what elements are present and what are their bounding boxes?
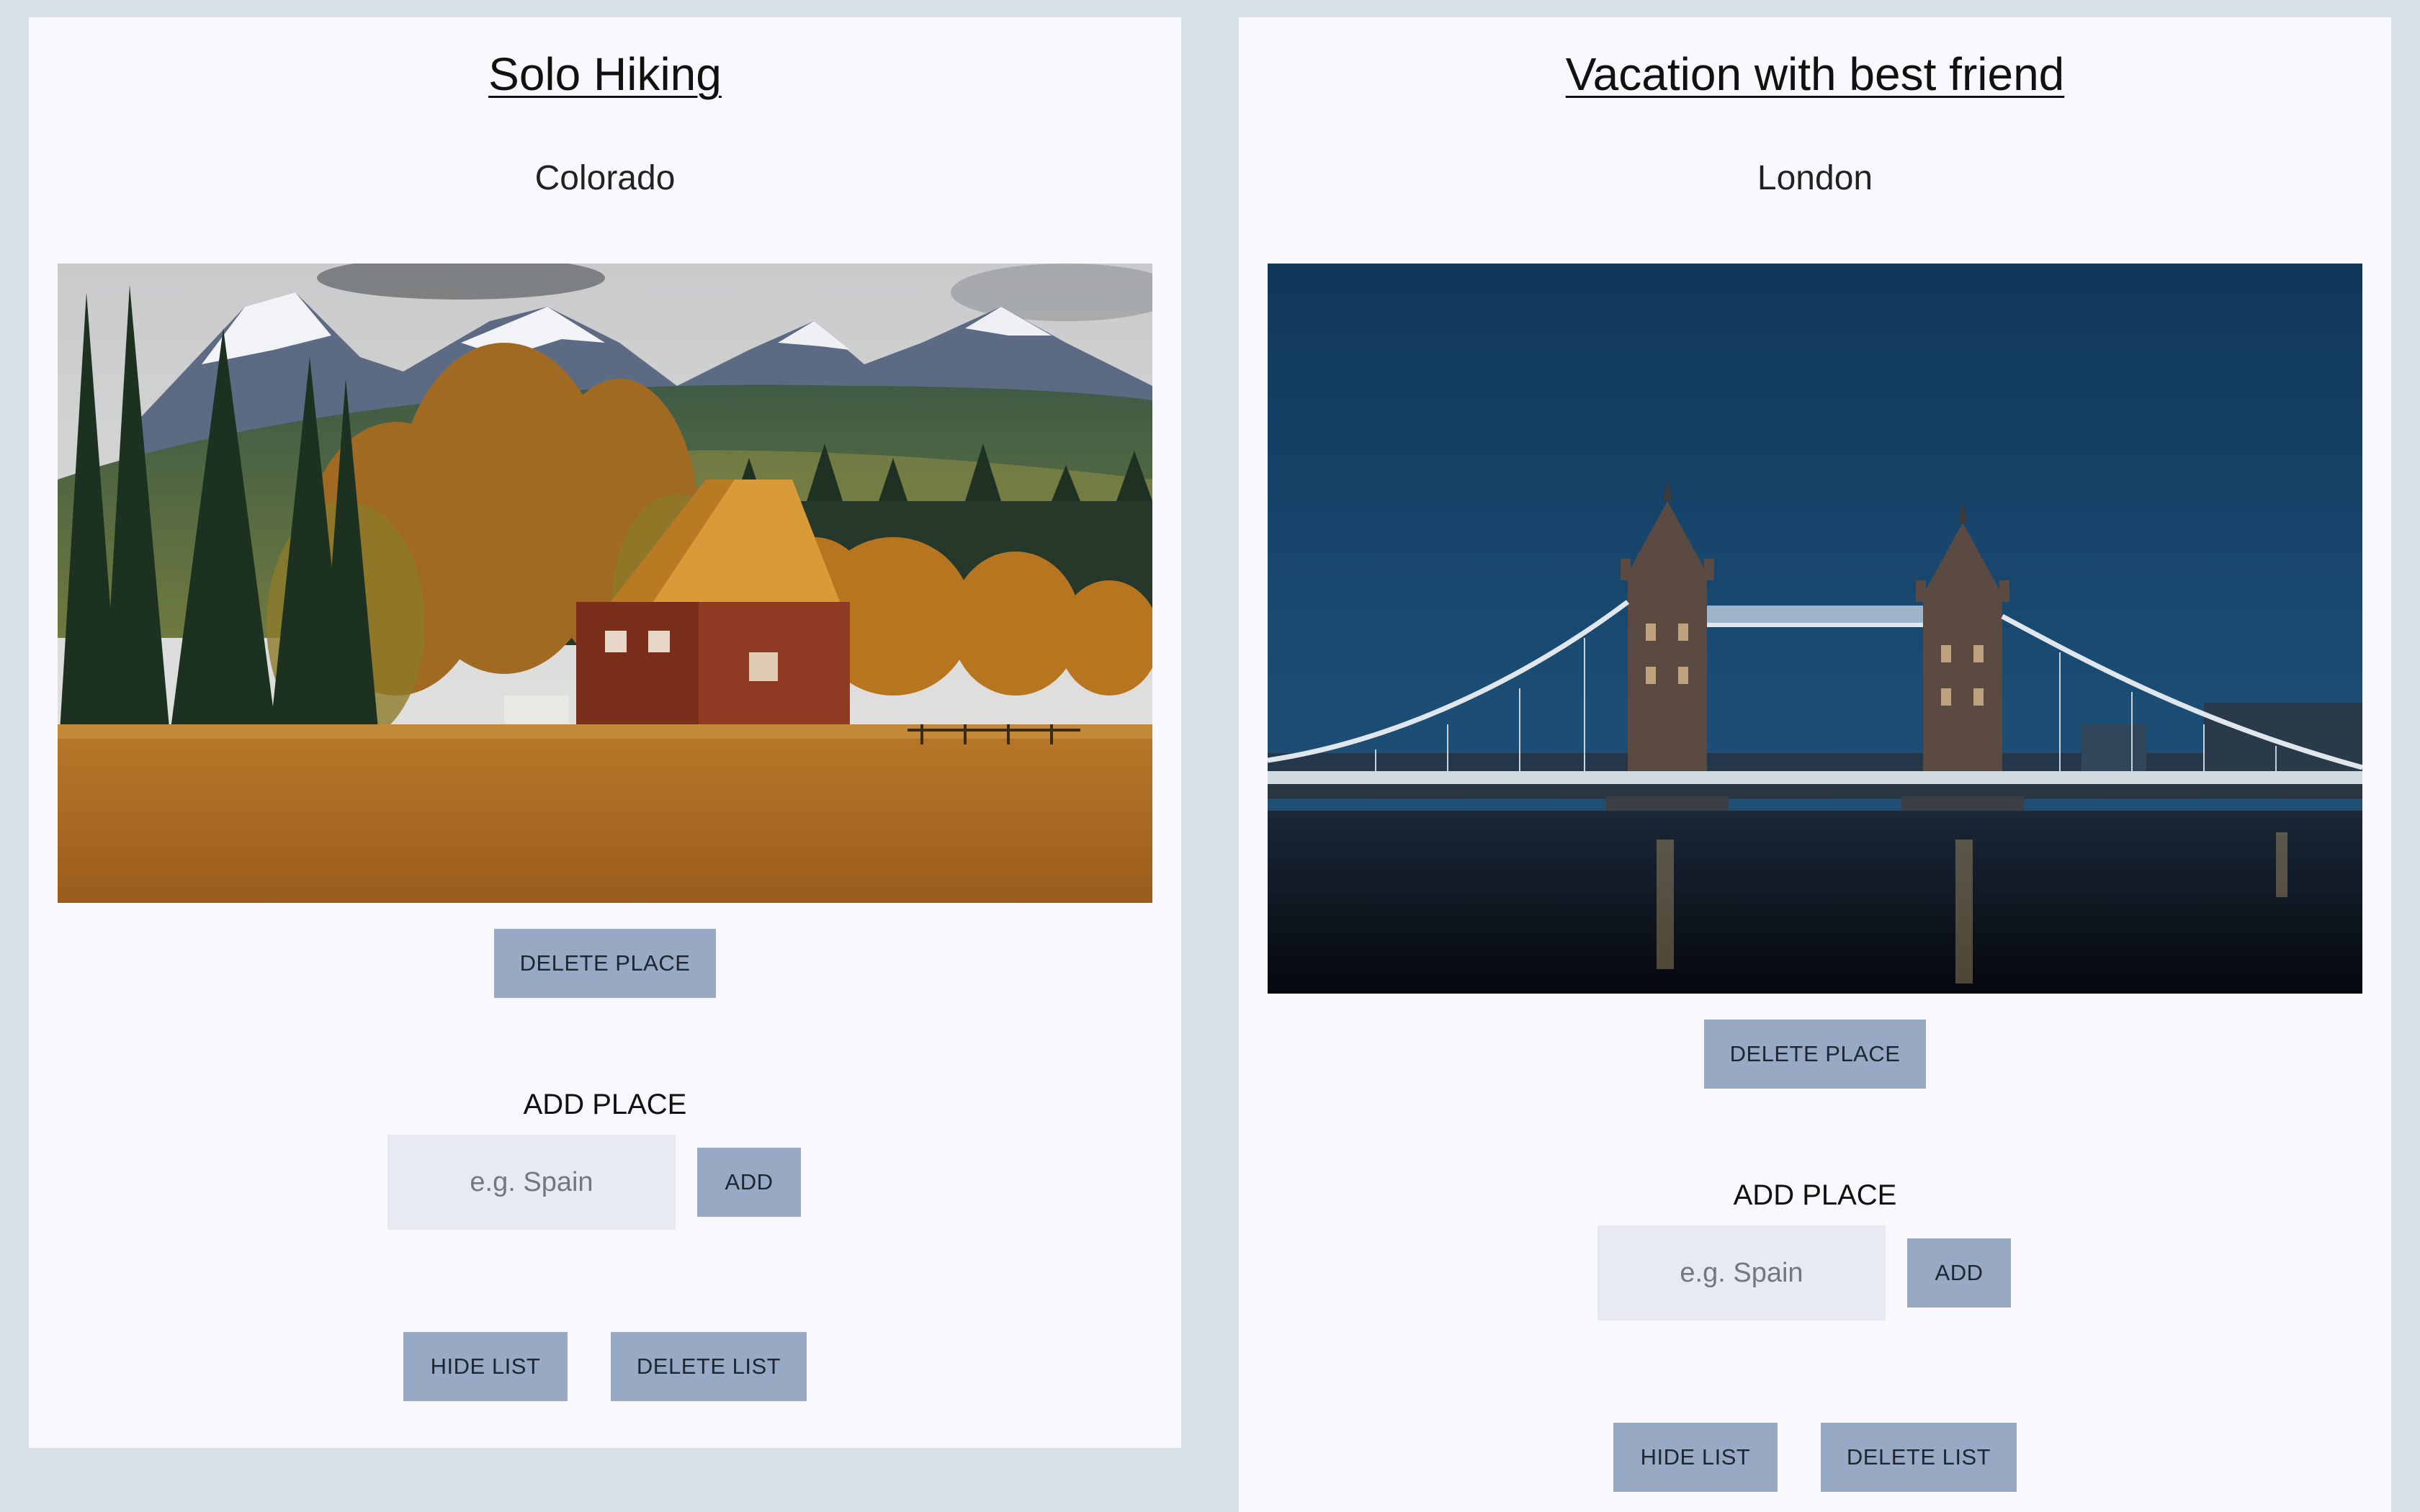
- delete-place-button[interactable]: DELETE PLACE: [494, 929, 716, 998]
- add-place-button[interactable]: ADD: [697, 1148, 801, 1217]
- list-card-vacation: Vacation with best friend London DELETE …: [1239, 17, 2391, 1512]
- place-name: Colorado: [534, 159, 676, 197]
- delete-place-button[interactable]: DELETE PLACE: [1704, 1020, 1926, 1089]
- tower-bridge-photo: [1268, 264, 2362, 994]
- hide-list-button[interactable]: HIDE LIST: [1613, 1423, 1778, 1492]
- place-name: London: [1757, 159, 1873, 197]
- place-input[interactable]: [1597, 1225, 1886, 1320]
- add-place-heading: ADD PLACE: [1733, 1179, 1897, 1211]
- list-title: Solo Hiking: [488, 48, 722, 100]
- add-place-heading: ADD PLACE: [523, 1089, 687, 1120]
- list-title: Vacation with best friend: [1565, 48, 2065, 100]
- place-photo: [58, 264, 1152, 903]
- place-photo: [1268, 264, 2362, 994]
- list-card-solo-hiking: Solo Hiking Colorado DELETE PLACE ADD PL…: [29, 17, 1181, 1448]
- add-place-button[interactable]: ADD: [1907, 1238, 2011, 1308]
- delete-list-button[interactable]: DELETE LIST: [1821, 1423, 2017, 1492]
- hide-list-button[interactable]: HIDE LIST: [403, 1332, 568, 1401]
- place-input[interactable]: [387, 1135, 676, 1230]
- mountain-cabin-photo: [58, 264, 1152, 903]
- delete-list-button[interactable]: DELETE LIST: [611, 1332, 807, 1401]
